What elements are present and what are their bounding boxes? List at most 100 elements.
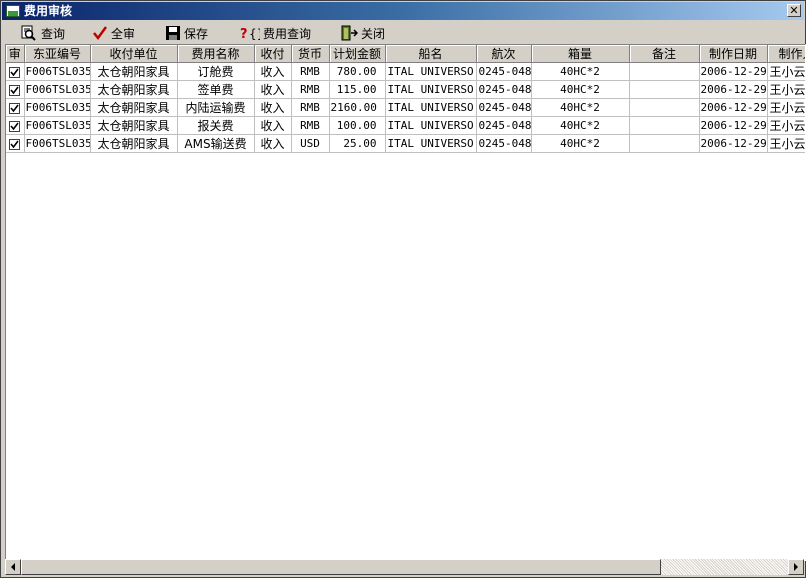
horizontal-scrollbar[interactable] [5,559,804,575]
cell-currency: RMB [291,62,330,81]
approve-checkbox[interactable] [9,84,21,96]
cell-maker: 王小云 [767,80,805,99]
close-window-button[interactable]: ✕ [787,4,801,17]
cell-id: F006TSL035 [24,80,91,99]
approve-checkbox[interactable] [9,102,21,114]
cell-ship: ITAL UNIVERSO [385,80,477,99]
approve-checkbox-cell[interactable] [6,62,25,81]
cell-fee: AMS输送费 [177,134,255,153]
cell-amount: 2160.00 [329,98,386,117]
cell-fee: 内陆运输费 [177,98,255,117]
exit-door-icon [340,25,358,41]
save-label: 保存 [184,26,209,41]
cell-direction: 收入 [254,62,292,81]
col-header-currency[interactable]: 货币 [291,45,330,63]
query-label: 查询 [41,26,66,41]
cell-boxes: 40HC*2 [531,62,630,81]
approve-checkbox-cell[interactable] [6,80,25,99]
cell-id: F006TSL035 [24,62,91,81]
svg-text:?: ? [240,27,248,41]
approve-checkbox[interactable] [9,120,21,132]
fee-grid: 审 东亚编号 收付单位 费用名称 收付 货币 计划金额 船名 航次 箱量 备注 … [5,44,806,561]
checkmark-icon [92,25,108,41]
cell-direction: 收入 [254,116,292,135]
cell-voyage: 0245-048E [476,62,532,81]
floppy-disk-icon [165,25,181,41]
cell-note [629,62,700,81]
col-header-amount[interactable]: 计划金额 [329,45,386,63]
cell-date: 2006-12-29 [699,98,768,117]
cell-boxes: 40HC*2 [531,134,630,153]
cell-ship: ITAL UNIVERSO [385,134,477,153]
col-header-fee[interactable]: 费用名称 [177,45,255,63]
cell-currency: USD [291,134,330,153]
cell-voyage: 0245-048E [476,116,532,135]
cell-ship: ITAL UNIVERSO [385,98,477,117]
cell-maker: 王小云 [767,62,805,81]
cell-unit: 太仓朝阳家具 [90,134,178,153]
col-header-unit[interactable]: 收付单位 [90,45,178,63]
table-row[interactable]: F006TSL035 太仓朝阳家具 内陆运输费 收入 RMB 2160.00 I… [6,98,805,117]
cell-voyage: 0245-048E [476,98,532,117]
cell-ship: ITAL UNIVERSO [385,116,477,135]
cell-unit: 太仓朝阳家具 [90,62,178,81]
approve-checkbox-cell[interactable] [6,98,25,117]
cell-currency: RMB [291,80,330,99]
col-header-voyage[interactable]: 航次 [476,45,532,63]
col-header-id[interactable]: 东亚编号 [24,45,91,63]
scroll-thumb[interactable] [21,559,661,575]
approve-all-button[interactable]: 全审 [92,23,135,43]
cell-boxes: 40HC*2 [531,116,630,135]
scroll-track[interactable] [661,559,788,575]
cell-direction: 收入 [254,98,292,117]
cell-id: F006TSL035 [24,134,91,153]
cell-amount: 100.00 [329,116,386,135]
col-header-boxes[interactable]: 箱量 [531,45,630,63]
col-header-direction[interactable]: 收付 [254,45,292,63]
app-icon [6,5,20,17]
scroll-right-button[interactable] [788,559,804,575]
close-label: 关闭 [361,26,386,41]
table-row[interactable]: F006TSL035 太仓朝阳家具 签单费 收入 RMB 115.00 ITAL… [6,80,805,99]
fee-audit-window: 费用审核 ✕ 查询 全审 保存 ?{} 费用查询 [0,0,806,578]
approve-checkbox[interactable] [9,138,21,150]
table-row[interactable]: F006TSL035 太仓朝阳家具 AMS输送费 收入 USD 25.00 IT… [6,134,805,153]
col-header-ship[interactable]: 船名 [385,45,477,63]
arrow-right-icon [794,563,798,571]
cell-amount: 115.00 [329,80,386,99]
cell-date: 2006-12-29 [699,116,768,135]
cell-date: 2006-12-29 [699,134,768,153]
query-button[interactable]: 查询 [20,23,65,43]
cell-direction: 收入 [254,80,292,99]
col-header-approve[interactable]: 审 [6,45,25,63]
fee-query-button[interactable]: ?{} 费用查询 [240,23,311,43]
cell-direction: 收入 [254,134,292,153]
cell-currency: RMB [291,116,330,135]
fee-query-label: 费用查询 [263,26,312,41]
save-button[interactable]: 保存 [165,23,208,43]
cell-note [629,80,700,99]
approve-checkbox[interactable] [9,66,21,78]
table-row[interactable]: F006TSL035 太仓朝阳家具 报关费 收入 RMB 100.00 ITAL… [6,116,805,135]
col-header-maker[interactable]: 制作人 [767,45,805,63]
approve-checkbox-cell[interactable] [6,116,25,135]
approve-checkbox-cell[interactable] [6,134,25,153]
cell-voyage: 0245-048E [476,134,532,153]
table-row[interactable]: F006TSL035 太仓朝阳家具 订舱费 收入 RMB 780.00 ITAL… [6,62,805,81]
cell-voyage: 0245-048E [476,80,532,99]
cell-maker: 王小云 [767,134,805,153]
col-header-note[interactable]: 备注 [629,45,700,63]
cell-unit: 太仓朝阳家具 [90,80,178,99]
cell-maker: 王小云 [767,116,805,135]
scroll-left-button[interactable] [5,559,21,575]
title-bar: 费用审核 ✕ [2,2,804,20]
toolbar: 查询 全审 保存 ?{} 费用查询 关闭 [2,22,804,44]
cell-fee: 报关费 [177,116,255,135]
col-header-date[interactable]: 制作日期 [699,45,768,63]
cell-fee: 订舱费 [177,62,255,81]
cell-id: F006TSL035 [24,98,91,117]
cell-amount: 780.00 [329,62,386,81]
arrow-left-icon [11,563,15,571]
cell-fee: 签单费 [177,80,255,99]
close-button[interactable]: 关闭 [340,23,385,43]
